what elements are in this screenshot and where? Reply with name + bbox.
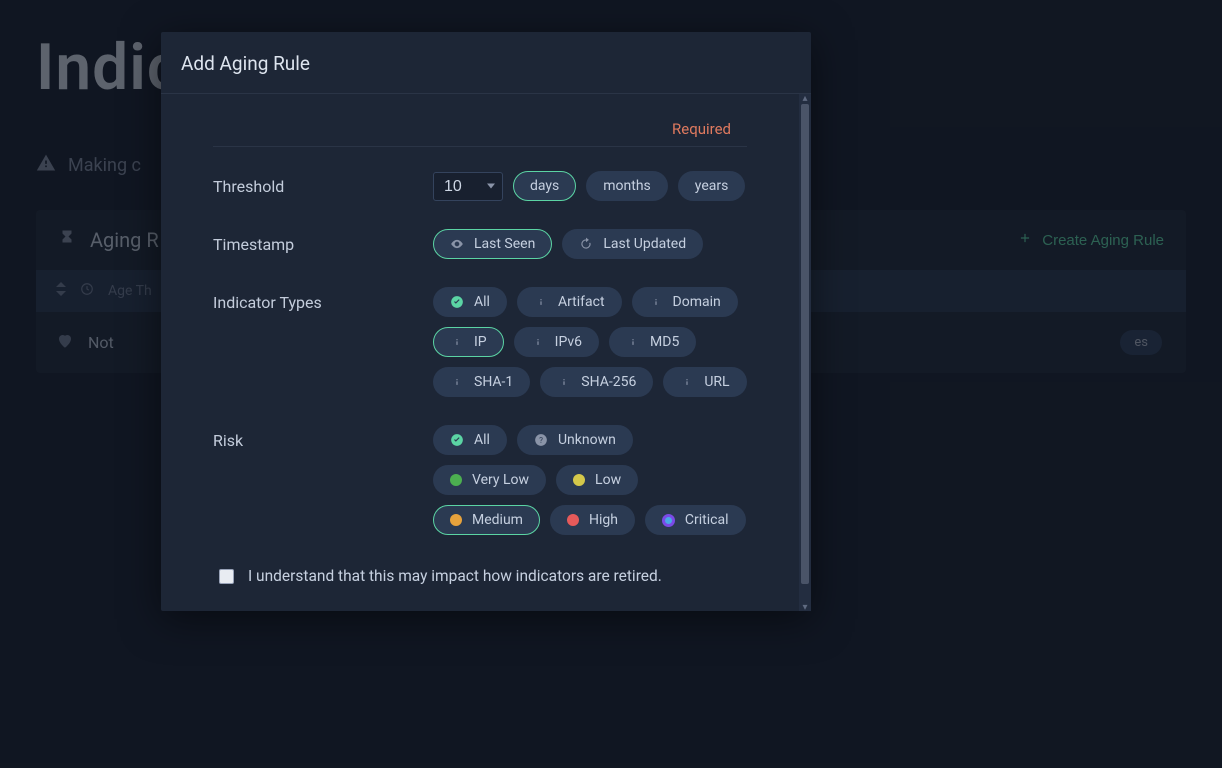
- unit-months-label: months: [603, 178, 651, 194]
- type-ipv6-label: IPv6: [555, 334, 582, 350]
- risk-unknown-chip[interactable]: ? Unknown: [517, 425, 633, 455]
- unit-days-label: days: [530, 178, 559, 194]
- threshold-label: Threshold: [213, 171, 433, 196]
- info-icon: [450, 375, 464, 389]
- type-md5-label: MD5: [650, 334, 679, 350]
- type-ip-chip[interactable]: IP: [433, 327, 504, 357]
- risk-low-dot: [573, 474, 585, 486]
- risk-all-label: All: [474, 432, 490, 448]
- type-artifact-label: Artifact: [558, 294, 605, 310]
- risk-label: Risk: [213, 425, 433, 450]
- risk-medium-dot: [450, 514, 462, 526]
- risk-critical-label: Critical: [685, 512, 729, 528]
- type-all-label: All: [474, 294, 490, 310]
- risk-critical-chip[interactable]: Critical: [645, 505, 746, 535]
- check-circle-icon: [450, 433, 464, 447]
- threshold-row: Threshold 10 days months: [213, 157, 747, 215]
- modal-title: Add Aging Rule: [161, 32, 811, 94]
- type-url-label: URL: [704, 374, 729, 390]
- info-icon: [626, 335, 640, 349]
- last-seen-label: Last Seen: [474, 236, 535, 252]
- info-icon: [649, 295, 663, 309]
- timestamp-label: Timestamp: [213, 229, 433, 254]
- last-seen-chip[interactable]: Last Seen: [433, 229, 552, 259]
- last-updated-chip[interactable]: Last Updated: [562, 229, 703, 259]
- type-md5-chip[interactable]: MD5: [609, 327, 696, 357]
- type-ipv6-chip[interactable]: IPv6: [514, 327, 599, 357]
- risk-high-dot: [567, 514, 579, 526]
- type-all-chip[interactable]: All: [433, 287, 507, 317]
- indicator-types-row: Indicator Types All Artifact: [213, 273, 747, 411]
- risk-medium-chip[interactable]: Medium: [433, 505, 540, 535]
- eye-icon: [450, 237, 464, 251]
- risk-verylow-label: Very Low: [472, 472, 529, 488]
- info-icon: [450, 335, 464, 349]
- modal-body: Required Threshold 10 days: [161, 94, 799, 611]
- svg-text:?: ?: [539, 435, 543, 445]
- type-domain-chip[interactable]: Domain: [632, 287, 738, 317]
- info-icon: [534, 295, 548, 309]
- info-icon: [557, 375, 571, 389]
- risk-critical-dot: [662, 514, 675, 527]
- threshold-select-wrap: 10: [433, 172, 503, 201]
- risk-verylow-dot: [450, 474, 462, 486]
- risk-low-label: Low: [595, 472, 621, 488]
- info-icon: [531, 335, 545, 349]
- risk-high-chip[interactable]: High: [550, 505, 635, 535]
- type-sha1-chip[interactable]: SHA-1: [433, 367, 530, 397]
- type-domain-label: Domain: [673, 294, 721, 310]
- risk-all-chip[interactable]: All: [433, 425, 507, 455]
- acknowledgement-checkbox[interactable]: [219, 569, 234, 584]
- type-sha1-label: SHA-1: [474, 374, 513, 390]
- check-circle-icon: [450, 295, 464, 309]
- question-icon: ?: [534, 433, 548, 447]
- scroll-down-icon[interactable]: ▾: [799, 601, 811, 613]
- indicator-types-label: Indicator Types: [213, 287, 433, 312]
- risk-medium-label: Medium: [472, 512, 523, 528]
- acknowledgement-text: I understand that this may impact how in…: [248, 567, 662, 585]
- risk-low-chip[interactable]: Low: [556, 465, 638, 495]
- risk-verylow-chip[interactable]: Very Low: [433, 465, 546, 495]
- type-ip-label: IP: [474, 334, 487, 350]
- last-updated-label: Last Updated: [603, 236, 686, 252]
- risk-row: Risk All ? Unknown: [213, 411, 747, 549]
- refresh-icon: [579, 237, 593, 251]
- scroll-thumb[interactable]: [801, 104, 809, 584]
- unit-years-chip[interactable]: years: [678, 171, 746, 201]
- type-sha256-chip[interactable]: SHA-256: [540, 367, 653, 397]
- type-url-chip[interactable]: URL: [663, 367, 746, 397]
- add-aging-rule-modal: Add Aging Rule Required Threshold 10: [161, 32, 811, 611]
- risk-high-label: High: [589, 512, 618, 528]
- timestamp-row: Timestamp Last Seen Last Upd: [213, 215, 747, 273]
- unit-years-label: years: [695, 178, 729, 194]
- required-label: Required: [213, 98, 747, 147]
- threshold-select[interactable]: 10: [433, 172, 503, 201]
- unit-months-chip[interactable]: months: [586, 171, 668, 201]
- info-icon: [680, 375, 694, 389]
- acknowledgement-row: I understand that this may impact how in…: [213, 549, 747, 589]
- modal-scrollbar[interactable]: ▴ ▾: [799, 94, 811, 611]
- risk-unknown-label: Unknown: [558, 432, 616, 448]
- type-sha256-label: SHA-256: [581, 374, 636, 390]
- unit-days-chip[interactable]: days: [513, 171, 576, 201]
- scroll-up-icon[interactable]: ▴: [799, 92, 811, 104]
- type-artifact-chip[interactable]: Artifact: [517, 287, 622, 317]
